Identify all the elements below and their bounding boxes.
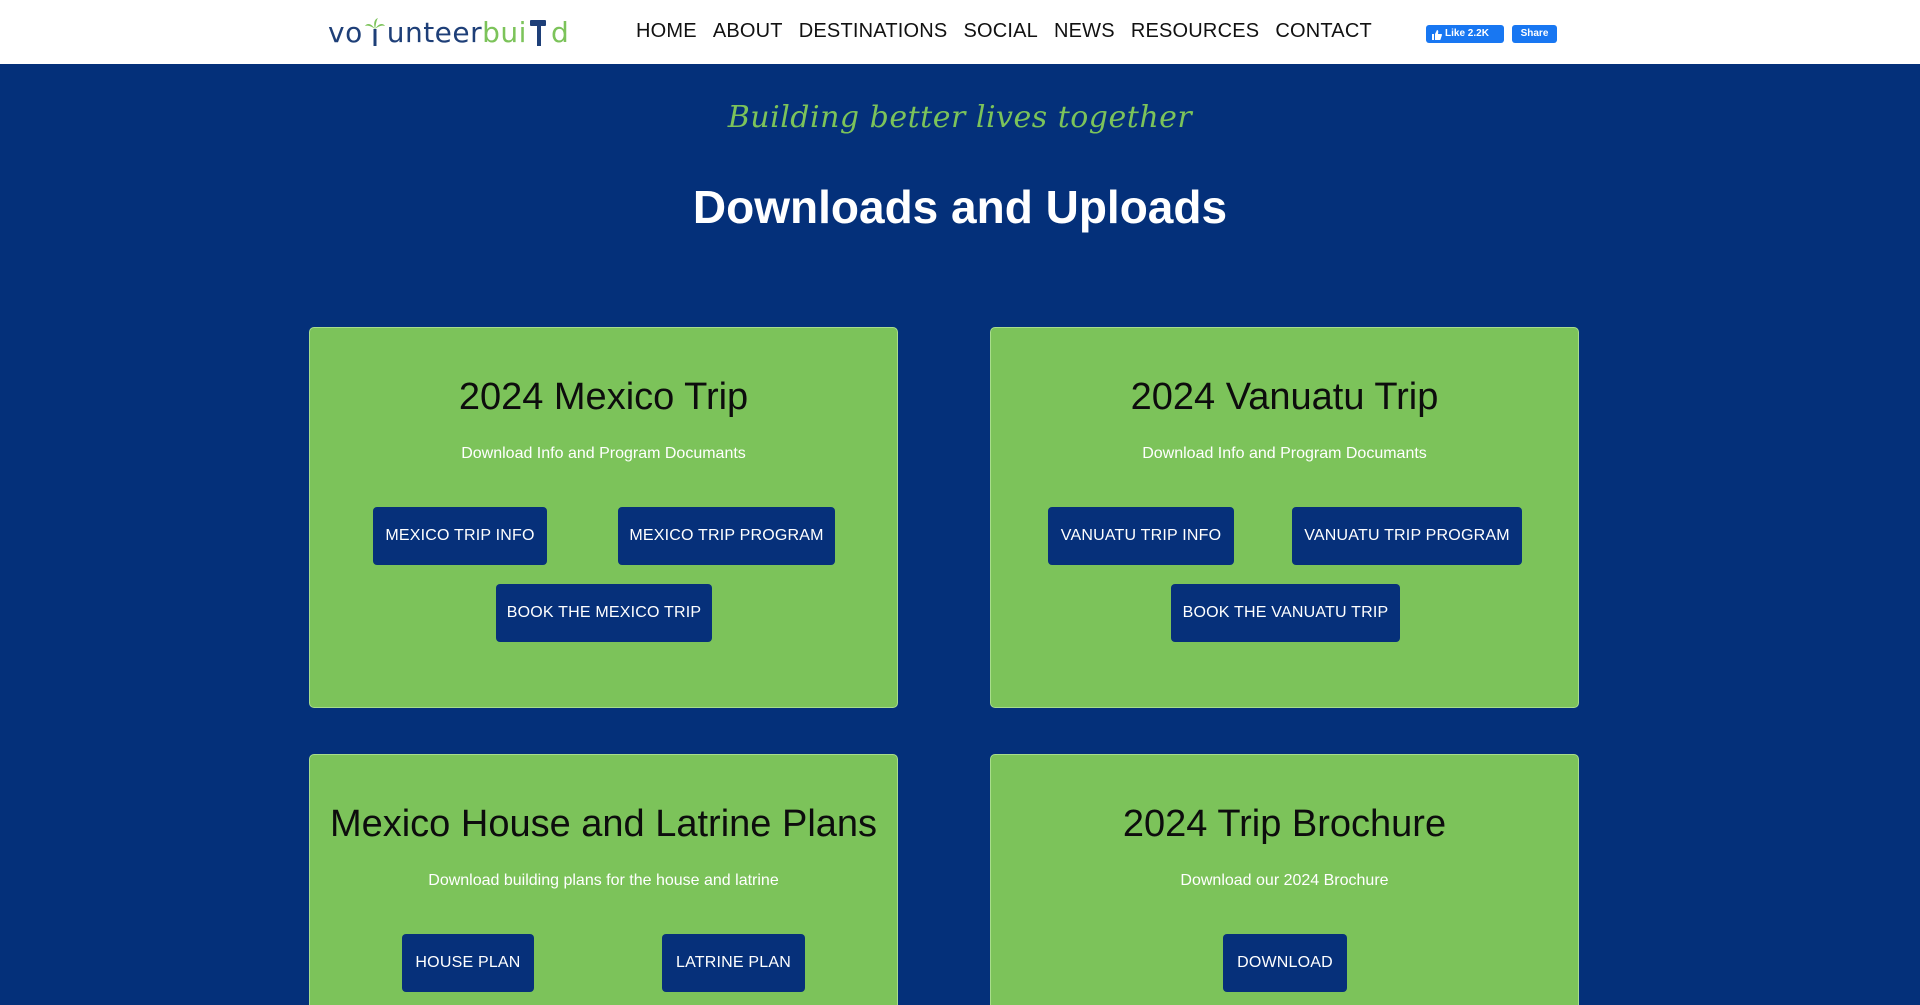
mexico-trip-program-button[interactable]: MEXICO TRIP PROGRAM (618, 507, 835, 565)
logo-text-bui: bui (482, 15, 527, 49)
card-trip-brochure: 2024 Trip Brochure Download our 2024 Bro… (990, 754, 1579, 1005)
logo-text-vo: vo (328, 15, 363, 49)
site-header: vo unteer bui d HOME ABOUT DESTINATIONS … (0, 0, 1920, 64)
card-title: Mexico House and Latrine Plans (329, 803, 878, 845)
nav-about[interactable]: ABOUT (705, 18, 791, 45)
page-title: Downloads and Uploads (692, 181, 1228, 233)
book-vanuatu-trip-button[interactable]: BOOK THE VANUATU TRIP (1171, 584, 1400, 642)
thumbs-up-icon (1432, 29, 1442, 40)
card-vanuatu-trip: 2024 Vanuatu Trip Download Info and Prog… (990, 327, 1579, 708)
main-nav: HOME ABOUT DESTINATIONS SOCIAL NEWS RESO… (628, 18, 1380, 45)
nav-home[interactable]: HOME (628, 18, 705, 45)
card-subtitle: Download our 2024 Brochure (1180, 872, 1389, 889)
vanuatu-trip-program-button[interactable]: VANUATU TRIP PROGRAM (1292, 507, 1522, 565)
palm-tree-icon (364, 17, 386, 47)
facebook-share-button[interactable]: Share (1512, 25, 1557, 43)
nav-contact[interactable]: CONTACT (1267, 18, 1380, 45)
nav-social[interactable]: SOCIAL (955, 18, 1046, 45)
nav-destinations[interactable]: DESTINATIONS (791, 18, 956, 45)
logo-text-unteer: unteer (386, 15, 483, 49)
facebook-like-button[interactable]: Like 2.2K (1426, 25, 1504, 43)
latrine-plan-button[interactable]: LATRINE PLAN (662, 934, 805, 992)
card-mexico-trip: 2024 Mexico Trip Download Info and Progr… (309, 327, 898, 708)
book-mexico-trip-button[interactable]: BOOK THE MEXICO TRIP (496, 584, 712, 642)
hammer-icon (528, 17, 550, 47)
mexico-trip-info-button[interactable]: MEXICO TRIP INFO (373, 507, 547, 565)
card-title: 2024 Mexico Trip (458, 376, 749, 418)
card-title: 2024 Vanuatu Trip (1130, 376, 1439, 418)
logo-text-d: d (550, 15, 570, 49)
card-subtitle: Download building plans for the house an… (428, 872, 779, 889)
card-subtitle: Download Info and Program Documants (1142, 445, 1427, 462)
house-plan-button[interactable]: HOUSE PLAN (402, 934, 534, 992)
card-house-latrine-plans: Mexico House and Latrine Plans Download … (309, 754, 898, 1005)
nav-resources[interactable]: RESOURCES (1123, 18, 1268, 45)
vanuatu-trip-info-button[interactable]: VANUATU TRIP INFO (1048, 507, 1234, 565)
facebook-like-label: Like 2.2K (1445, 28, 1489, 39)
download-brochure-button[interactable]: DOWNLOAD (1223, 934, 1347, 992)
nav-news[interactable]: NEWS (1046, 18, 1123, 45)
card-subtitle: Download Info and Program Documants (461, 445, 746, 462)
card-title: 2024 Trip Brochure (1122, 803, 1447, 845)
site-logo[interactable]: vo unteer bui d (328, 14, 569, 50)
tagline: Building better lives together (727, 100, 1193, 135)
